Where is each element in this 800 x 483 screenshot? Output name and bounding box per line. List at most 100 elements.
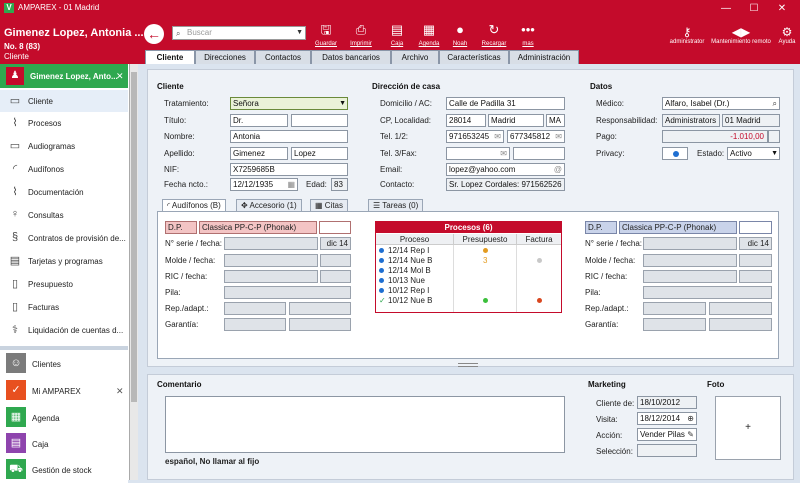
sidebar-scrollbar[interactable] [130, 64, 138, 480]
seleccion-field[interactable] [637, 444, 697, 457]
close-button[interactable]: ✕ [772, 2, 792, 15]
arrow-right-icon[interactable]: ⊕ [687, 413, 694, 424]
left-molde-field[interactable] [224, 254, 318, 267]
sidebar-item-liquidacion[interactable]: ⚕ Liquidación de cuentas d... [0, 319, 128, 341]
minimize-button[interactable]: — [716, 2, 736, 15]
table-row[interactable]: 12/14 Nue B 3 [376, 256, 561, 265]
titulo2-field[interactable] [291, 114, 348, 127]
privacy-indicator[interactable] [662, 147, 688, 160]
tab-administracion[interactable]: Administración [509, 50, 579, 64]
left-rep-field[interactable] [224, 302, 286, 315]
medico-field[interactable]: Alfaro, Isabel (Dr.) ⌕ [662, 97, 780, 110]
table-row[interactable]: ✓ 10/12 Nue B [376, 296, 561, 305]
scroll-thumb[interactable] [131, 72, 137, 402]
sidebar-item-consultas[interactable]: ♀ Consultas [0, 204, 128, 226]
estado-select[interactable]: Activo ▼ [727, 147, 780, 160]
nif-field[interactable]: X7259685B [230, 163, 348, 176]
agenda-button[interactable]: ▦ Agenda [413, 22, 445, 47]
nombre-field[interactable]: Antonia [230, 130, 348, 143]
table-row[interactable]: 10/12 Rep I [376, 286, 561, 295]
procesos-col-proceso[interactable]: Proceso [376, 234, 453, 245]
tab-direcciones[interactable]: Direcciones [195, 50, 255, 64]
left-device[interactable]: Classica PP-C-P (Phonak) [199, 221, 317, 234]
apellido2-field[interactable]: Lopez [291, 147, 348, 160]
sidebar-item-tarjetas[interactable]: ▤ Tarjetas y programas [0, 250, 128, 272]
at-icon[interactable]: @ [554, 164, 562, 175]
procesos-col-presupuesto[interactable]: Presupuesto [453, 234, 516, 245]
sidebar-item-facturas[interactable]: ▯ Facturas [0, 296, 128, 318]
edit-icon[interactable]: ✎ [687, 429, 694, 440]
envelope-icon[interactable]: ✉ [500, 148, 507, 159]
tab-cliente[interactable]: Cliente [145, 50, 195, 65]
reload-button[interactable]: ↻ Recargar [478, 22, 510, 47]
search-input[interactable]: ⌕ Buscar ▼ [172, 26, 306, 40]
sidebar-item-audiogramas[interactable]: ▭ Audiogramas [0, 135, 128, 157]
search-icon[interactable]: ⌕ [773, 98, 777, 109]
right-rep-field[interactable] [643, 302, 706, 315]
comentario-textarea[interactable] [165, 396, 565, 453]
nav-caja[interactable]: ▤ Caja [0, 431, 128, 457]
envelope-icon[interactable]: ✉ [555, 131, 562, 142]
nav-clientes[interactable]: ☺ Clientes [0, 351, 128, 377]
tel1-field[interactable]: 971653245 ✉ [446, 130, 504, 143]
right-garantia2-field[interactable] [709, 318, 772, 331]
noah-button[interactable]: ● Noah [444, 22, 476, 47]
table-row[interactable]: 12/14 Rep I [376, 246, 561, 255]
resize-grip[interactable] [458, 363, 478, 367]
sidebar-item-cliente[interactable]: ▭ Cliente [0, 90, 128, 112]
sidebar-item-contratos[interactable]: § Contratos de provisión de... [0, 227, 128, 249]
cp-field[interactable]: 28014 [446, 114, 486, 127]
maximize-button[interactable]: ☐ [744, 2, 764, 15]
nav-mi-amparex[interactable]: ✓ Mi AMPAREX ✕ [0, 378, 128, 404]
tab-contactos[interactable]: Contactos [255, 50, 311, 64]
procesos-col-factura[interactable]: Factura [516, 234, 561, 245]
tratamiento-select[interactable]: Señora ▼ [230, 97, 348, 110]
email-field[interactable]: lopez@yahoo.com @ [446, 163, 565, 176]
envelope-icon[interactable]: ✉ [494, 131, 501, 142]
accion-field[interactable]: Vender Pilas ✎ [637, 428, 697, 441]
save-button[interactable]: 🖫 Guardar [310, 22, 342, 47]
table-row[interactable]: 10/13 Nue [376, 276, 561, 285]
sidebar-item-audifonos[interactable]: ◜ Audífonos [0, 158, 128, 180]
remote-maintenance-button[interactable]: ◀▶ Mantenimiento remoto [710, 25, 772, 45]
titulo-field[interactable]: Dr. [230, 114, 288, 127]
left-serie-field[interactable] [224, 237, 318, 250]
domicilio-field[interactable]: Calle de Padilla 31 [446, 97, 565, 110]
nav-gestion-stock[interactable]: ⛟ Gestión de stock [0, 457, 128, 483]
left-garantia-field[interactable] [224, 318, 286, 331]
tel2-field[interactable]: 677345812 ✉ [507, 130, 565, 143]
table-row[interactable]: 12/14 Mol B [376, 266, 561, 275]
left-pila-field[interactable] [224, 286, 351, 299]
sidebar-patient-header[interactable]: ♟ Gimenez Lopez, Anto... ✕ [0, 64, 128, 88]
right-device[interactable]: Classica PP-C-P (Phonak) [619, 221, 737, 234]
right-garantia-field[interactable] [643, 318, 706, 331]
provincia-field[interactable]: MA [546, 114, 565, 127]
administrator-button[interactable]: ⚷ administrator [668, 25, 706, 45]
tab-datos-bancarios[interactable]: Datos bancarios [311, 50, 391, 64]
right-molde-field[interactable] [643, 254, 737, 267]
photo-box[interactable]: + [715, 396, 781, 460]
more-button[interactable]: ••• mas [512, 22, 544, 47]
calendar-icon[interactable]: ▦ [287, 179, 295, 190]
sidebar-item-documentacion[interactable]: ⌇ Documentación [0, 181, 128, 203]
cash-button[interactable]: ▤ Caja [381, 22, 413, 47]
tel3-field[interactable]: ✉ [446, 147, 510, 160]
left-adapt-field[interactable] [289, 302, 351, 315]
fecha-field[interactable]: 12/12/1935 ▦ [230, 178, 298, 191]
left-garantia2-field[interactable] [289, 318, 351, 331]
localidad-field[interactable]: Madrid [488, 114, 544, 127]
apellido1-field[interactable]: Gimenez [230, 147, 288, 160]
back-button[interactable]: ← [144, 24, 164, 44]
nav-agenda[interactable]: ▦ Agenda [0, 405, 128, 431]
right-ric-field[interactable] [643, 270, 737, 283]
tab-caracteristicas[interactable]: Características [439, 50, 509, 64]
left-ric-field[interactable] [224, 270, 318, 283]
close-icon[interactable]: ✕ [116, 71, 124, 82]
right-serie-field[interactable] [643, 237, 737, 250]
tab-archivo[interactable]: Archivo [391, 50, 439, 64]
sidebar-item-procesos[interactable]: ⌇ Procesos [0, 112, 128, 134]
visita-field[interactable]: 18/12/2014 ⊕ [637, 412, 697, 425]
print-button[interactable]: ⎙ Imprimir [345, 22, 377, 47]
sidebar-splitter[interactable] [0, 346, 128, 350]
right-pila-field[interactable] [643, 286, 772, 299]
